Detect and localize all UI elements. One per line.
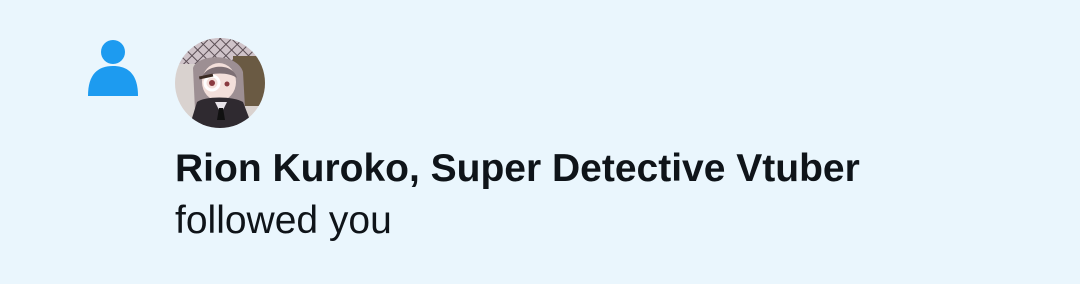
person-icon xyxy=(86,38,140,96)
notification-text: Rion Kuroko, Super Detective Vtuber foll… xyxy=(175,144,1040,248)
actor-name-link[interactable]: Rion Kuroko, Super Detective Vtuber xyxy=(175,144,1040,194)
follow-notification[interactable]: Rion Kuroko, Super Detective Vtuber foll… xyxy=(0,0,1080,284)
action-text: followed you xyxy=(175,199,392,242)
user-avatar[interactable] xyxy=(175,38,265,128)
